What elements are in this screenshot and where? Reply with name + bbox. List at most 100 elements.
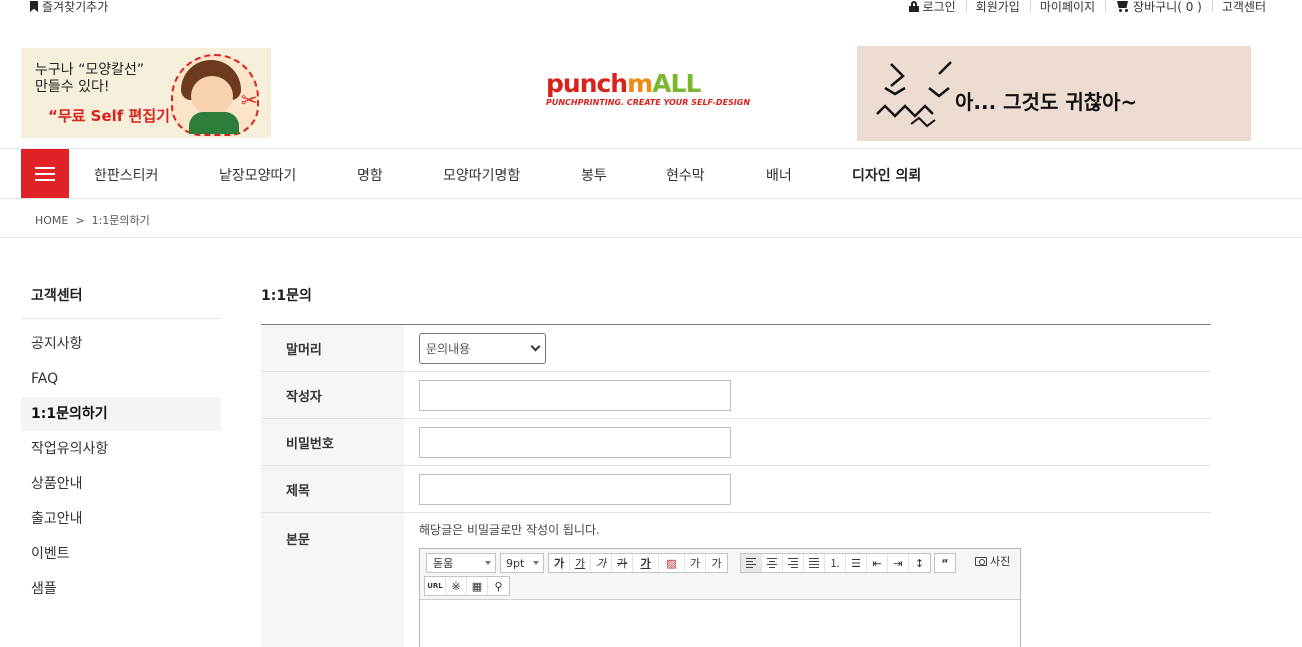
nav-item-die-cut-card[interactable]: 모양따기명함	[443, 165, 520, 185]
font-size-value: 9pt	[506, 556, 525, 570]
nav-item-business-card[interactable]: 명함	[357, 165, 383, 185]
subject-input[interactable]	[419, 473, 731, 505]
join-label: 회원가입	[975, 0, 1020, 14]
login-link[interactable]: 로그인	[899, 0, 966, 15]
align-left-icon[interactable]	[741, 554, 762, 572]
site-logo[interactable]: punchmALL PUNCHPRINTING. CREATE YOUR SEL…	[546, 70, 751, 112]
favorite-label: 즐겨찾기추가	[42, 0, 109, 14]
editor-toolbar: 돋움 9pt 가 가 가 가 가 ▨ 가 가 ⒈ ☰ ⇤ ⇥ ↕ “ 사진 UR…	[420, 549, 1020, 600]
mypage-link[interactable]: 마이페이지	[1029, 0, 1105, 15]
sidebar-divider	[21, 318, 221, 319]
align-center-icon[interactable]	[762, 554, 783, 572]
hamburger-menu-button[interactable]	[21, 149, 69, 198]
sidebar-item-shipping[interactable]: 출고안내	[21, 502, 221, 536]
underline-button[interactable]: 가	[570, 554, 591, 572]
photo-label: 사진	[990, 555, 1011, 568]
tired-face-illustration	[876, 61, 952, 128]
secret-post-notice: 해당글은 비밀글로만 작성이 됩니다.	[419, 523, 600, 537]
sidebar-item-samples[interactable]: 샘플	[21, 572, 221, 606]
header-label: 말머리	[261, 325, 404, 371]
form-row-subject: 제목	[261, 466, 1211, 513]
outdent-icon[interactable]: ⇤	[867, 554, 888, 572]
self-editor-banner[interactable]: 누구나 “모양칼선” 만들수 있다! “무료 Self 편집기” ✂	[21, 48, 271, 138]
line-height-icon[interactable]: ↕	[909, 554, 930, 572]
author-label: 작성자	[261, 372, 404, 418]
table-icon[interactable]: ▦	[467, 577, 488, 595]
strikethrough-button[interactable]: 가	[612, 554, 633, 572]
header-select-value: 문의내용	[426, 341, 471, 356]
nav-item-placard[interactable]: 현수막	[666, 165, 705, 185]
customer-center-link[interactable]: 고객센터	[1211, 0, 1266, 15]
promo-text: 아... 그것도 귀찮아~	[955, 90, 1138, 114]
italic-button[interactable]: 가	[591, 554, 612, 572]
banner-left-text: 누구나 “모양칼선” 만들수 있다!	[35, 62, 175, 96]
font-color-button[interactable]: 가	[633, 554, 659, 572]
favorite-link[interactable]: 즐겨찾기추가	[30, 0, 108, 15]
breadcrumb[interactable]: HOME > 1:1문의하기	[35, 212, 150, 228]
mypage-label: 마이페이지	[1039, 0, 1096, 14]
bold-button[interactable]: 가	[549, 554, 570, 572]
sidebar-item-events[interactable]: 이벤트	[21, 537, 221, 571]
sidebar-item-notice[interactable]: 공지사항	[21, 327, 221, 361]
search-icon[interactable]: ⚲	[488, 577, 509, 595]
logo-word1: punch	[546, 69, 628, 98]
nav-item-envelope[interactable]: 봉투	[581, 165, 607, 185]
subscript-button[interactable]: 가	[706, 554, 727, 572]
editor-content-area[interactable]	[420, 600, 1020, 647]
breadcrumb-divider	[0, 237, 1302, 238]
body-label: 본문	[261, 513, 404, 647]
sidebar-item-faq[interactable]: FAQ	[21, 362, 221, 396]
highlight-icon[interactable]: ▨	[659, 554, 685, 572]
lock-icon	[908, 1, 919, 12]
font-family-select[interactable]: 돋움	[426, 553, 496, 573]
unordered-list-icon[interactable]: ☰	[846, 554, 867, 572]
nav-item-design-request[interactable]: 디자인 의뢰	[852, 165, 921, 185]
banner-left-line3: “무료 Self 편집기”	[48, 107, 180, 125]
nav-item-banner[interactable]: 배너	[766, 165, 792, 185]
url-button[interactable]: URL	[425, 577, 446, 595]
cart-link[interactable]: 장바구니( 0 )	[1105, 0, 1212, 15]
sidebar-item-work-notes[interactable]: 작업유의사항	[21, 432, 221, 466]
banner-left-line2: 만들수 있다!	[35, 79, 110, 95]
password-label: 비밀번호	[261, 419, 404, 465]
insert-group: URL ※ ▦ ⚲	[424, 576, 510, 596]
quote-button[interactable]: “	[934, 553, 956, 573]
inquiry-form: 말머리 문의내용 작성자 비밀번호 제목 본문 해당글은 비밀글로만 작성이 됩…	[261, 324, 1211, 647]
password-input[interactable]	[419, 426, 731, 458]
customer-center-label: 고객센터	[1221, 0, 1266, 14]
join-link[interactable]: 회원가입	[965, 0, 1030, 15]
font-family-value: 돋움	[433, 557, 454, 570]
scissors-icon: ✂	[241, 88, 258, 112]
text-style-group: 가 가 가 가 가 ▨ 가 가	[548, 553, 728, 573]
special-char-icon[interactable]: ※	[446, 577, 467, 595]
logo-word2: m	[627, 69, 653, 98]
logo-wordmark: punchmALL	[546, 70, 730, 98]
header-select[interactable]: 문의내용	[419, 332, 546, 364]
promo-banner[interactable]: 아... 그것도 귀찮아~	[857, 46, 1251, 141]
camera-icon	[975, 556, 987, 566]
author-input[interactable]	[419, 379, 731, 411]
nav-item-die-cut[interactable]: 낱장모양따기	[219, 165, 296, 185]
font-size-select[interactable]: 9pt	[500, 553, 544, 573]
sidebar-title: 고객센터	[31, 288, 83, 304]
bookmark-icon	[30, 1, 38, 12]
ordered-list-icon[interactable]: ⒈	[825, 554, 846, 572]
sidebar-item-products[interactable]: 상품안내	[21, 467, 221, 501]
nav-item-sticker-sheet[interactable]: 한판스티커	[94, 165, 158, 185]
user-links: 로그인 회원가입 마이페이지 장바구니( 0 ) 고객센터	[899, 0, 1266, 15]
chevron-down-icon	[530, 341, 541, 351]
logo-tagline: PUNCHPRINTING. CREATE YOUR SELF-DESIGN	[546, 98, 751, 107]
sidebar-item-inquiry[interactable]: 1:1문의하기	[21, 397, 221, 431]
align-right-icon[interactable]	[783, 554, 804, 572]
superscript-button[interactable]: 가	[685, 554, 706, 572]
subject-label: 제목	[261, 466, 404, 512]
photo-button[interactable]: 사진	[975, 553, 1010, 569]
rich-text-editor: 돋움 9pt 가 가 가 가 가 ▨ 가 가 ⒈ ☰ ⇤ ⇥ ↕ “ 사진 UR…	[419, 548, 1021, 647]
cart-label: 장바구니( 0 )	[1133, 0, 1202, 14]
logo-word3: ALL	[652, 69, 701, 98]
align-justify-icon[interactable]	[804, 554, 825, 572]
banner-left-line1: 누구나 “모양칼선”	[35, 62, 145, 78]
cart-icon	[1115, 1, 1129, 12]
login-label: 로그인	[922, 0, 956, 14]
indent-icon[interactable]: ⇥	[888, 554, 909, 572]
